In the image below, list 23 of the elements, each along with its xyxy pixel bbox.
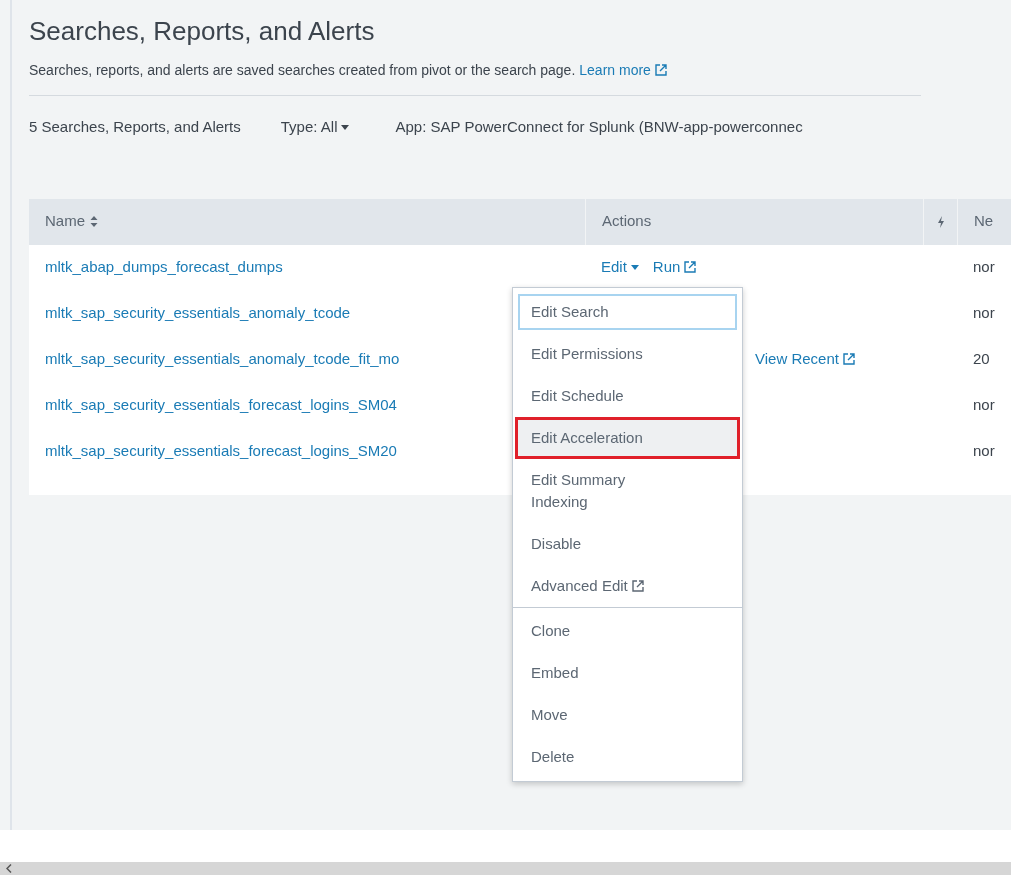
table-cell: nor xyxy=(973,258,995,276)
action-link[interactable]: View Recent xyxy=(755,348,855,371)
search-name-link[interactable]: mltk_sap_security_essentials_anomaly_tcode xyxy=(45,304,351,322)
search-name-link[interactable]: mltk_sap_security_essentials_forecast_logins_SM20 xyxy=(45,442,397,460)
action-link[interactable]: Run xyxy=(652,256,697,279)
column-header: Actions xyxy=(602,211,652,232)
table-cell: nor xyxy=(973,304,995,322)
app-filter[interactable]: App: SAP PowerConnect for Splunk (BNW-app-powerconnec xyxy=(395,116,803,139)
page-description: Searches, reports, and alerts are saved searches created from pivot or the search page. xyxy=(29,61,576,80)
search-name-link[interactable]: mltk_abap_dumps_forecast_dumps xyxy=(45,258,283,276)
table-cell: nor xyxy=(973,442,995,460)
column-header: Ne xyxy=(974,211,994,232)
edit-dropdown[interactable]: Edit xyxy=(601,256,639,279)
learn-more-link[interactable]: Learn more xyxy=(579,60,667,81)
page-title: Searches, Reports, and Alerts xyxy=(29,15,376,48)
search-name-link[interactable]: mltk_sap_security_essentials_forecast_logins_SM04 xyxy=(45,396,397,414)
result-count: 5 Searches, Reports, and Alerts xyxy=(29,117,241,137)
table-cell: 20 xyxy=(973,350,990,368)
menu-item[interactable]: Edit Acceleration xyxy=(515,416,740,459)
search-name-link[interactable]: mltk_sap_security_essentials_anomaly_tcode_fit_mo xyxy=(45,350,400,368)
type-filter[interactable]: Type: All xyxy=(280,116,350,139)
column-header[interactable]: Name xyxy=(45,210,98,233)
table-cell: nor xyxy=(973,396,995,414)
